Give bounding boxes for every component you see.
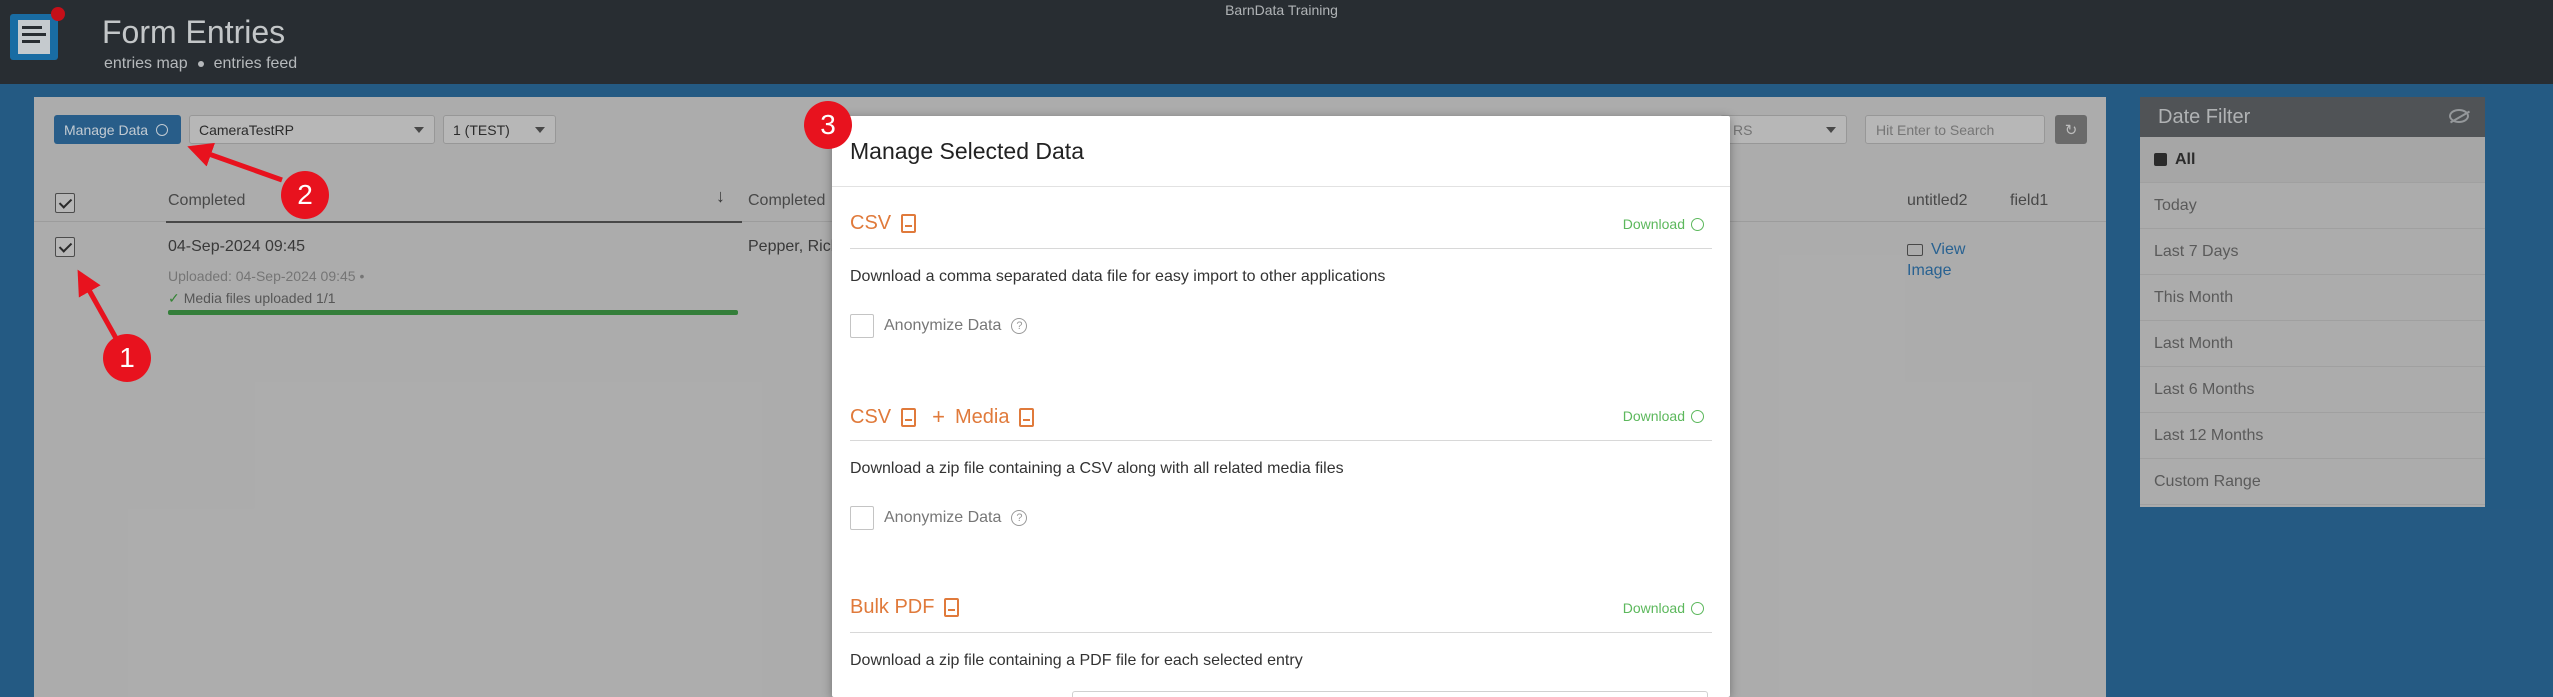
pdf-file-icon xyxy=(944,598,960,617)
annotation-marker-1: 1 xyxy=(103,334,151,382)
help-circle-icon[interactable]: ? xyxy=(1011,318,1028,334)
csv-anonymize-option[interactable]: Anonymize Data ? xyxy=(850,314,1028,338)
csv-media-description: Download a zip file containing a CSV alo… xyxy=(850,460,1344,477)
bulk-pdf-option-field[interactable] xyxy=(1072,691,1708,697)
csv-download-button[interactable]: Download xyxy=(1623,216,1704,232)
csv-media-section-title: CSV + Media xyxy=(850,404,1035,430)
csv-file-icon xyxy=(901,214,917,233)
download-label: Download xyxy=(1622,408,1685,424)
csv-description: Download a comma separated data file for… xyxy=(850,268,1386,285)
download-circle-icon xyxy=(1691,601,1704,615)
annotation-marker-3: 3 xyxy=(804,101,852,149)
manage-data-modal: Manage Selected Data CSV Download Downlo… xyxy=(832,116,1730,697)
bulk-pdf-download-button[interactable]: Download xyxy=(1623,600,1704,616)
section-divider xyxy=(850,632,1712,633)
annotation-marker-2: 2 xyxy=(281,171,329,219)
csv-title-text: CSV xyxy=(850,212,892,234)
anonymize-label: Anonymize Data xyxy=(884,509,1002,526)
media-file-icon xyxy=(1019,407,1035,427)
anonymize-checkbox[interactable] xyxy=(850,314,874,338)
csv-media-anonymize-option[interactable]: Anonymize Data ? xyxy=(850,506,1028,530)
bulk-pdf-section-title: Bulk PDF xyxy=(850,596,960,619)
section-divider xyxy=(850,248,1712,249)
csv-file-icon xyxy=(901,407,917,427)
csv-section-title: CSV xyxy=(850,212,917,235)
anonymize-label: Anonymize Data xyxy=(884,317,1002,334)
download-circle-icon xyxy=(1691,217,1704,231)
modal-divider xyxy=(832,186,1730,187)
download-label: Download xyxy=(1622,216,1685,232)
csv-media-title-text: CSV xyxy=(850,405,892,428)
modal-title: Manage Selected Data xyxy=(850,138,1084,164)
plus-icon: + xyxy=(932,404,945,429)
csv-media-download-button[interactable]: Download xyxy=(1623,408,1704,424)
anonymize-checkbox[interactable] xyxy=(850,506,874,530)
section-divider xyxy=(850,440,1712,441)
bulk-pdf-description: Download a zip file containing a PDF fil… xyxy=(850,652,1303,669)
bulk-pdf-title-text: Bulk PDF xyxy=(850,596,935,618)
help-circle-icon[interactable]: ? xyxy=(1011,510,1028,526)
download-circle-icon xyxy=(1691,409,1704,423)
media-title-text: Media xyxy=(954,405,1010,428)
download-label: Download xyxy=(1622,600,1685,616)
